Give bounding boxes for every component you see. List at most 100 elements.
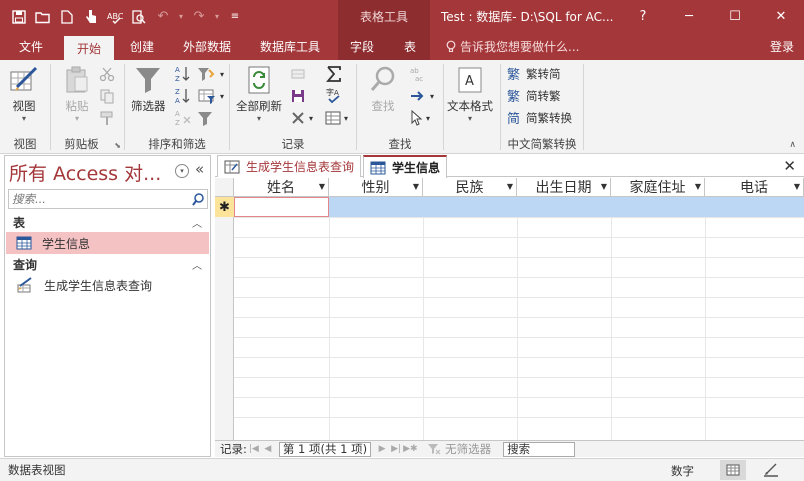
svg-text:A: A [175,110,180,118]
tell-me-search[interactable]: 告诉我您想要做什么... [446,33,579,60]
new-record-nav-icon[interactable]: ▶✱ [403,444,417,454]
column-dropdown-icon[interactable]: ▼ [794,182,800,191]
nav-menu-dropdown-icon[interactable]: ▾ [175,164,189,178]
design-view-button[interactable] [758,460,784,480]
undo-icon[interactable]: ↶ [152,6,174,28]
copy-icon[interactable] [99,86,115,106]
next-record-icon[interactable]: ▶ [375,444,389,454]
sort-ascending-icon[interactable]: AZ [175,64,191,84]
datasheet-view-button[interactable] [720,460,746,480]
help-button[interactable]: ? [620,0,666,33]
view-button[interactable]: 视图 ▾ [8,64,40,123]
collapse-ribbon-icon[interactable]: ∧ [789,140,796,150]
text-format-button[interactable]: A 文本格式 ▾ [447,64,493,123]
goto-icon[interactable]: ▾ [409,86,434,106]
tab-database-tools[interactable]: 数据库工具 [250,33,330,60]
previous-record-icon[interactable]: ◀ [261,444,275,454]
nav-pane-title[interactable]: 所有 Access 对... [9,159,161,186]
search-icon[interactable] [191,192,205,206]
close-document-icon[interactable]: ✕ [783,157,796,175]
column-header-gender[interactable]: 性别 ▼ [329,178,423,197]
print-preview-icon[interactable] [128,6,150,28]
select-all-corner[interactable] [215,178,234,197]
grid-line [234,417,804,418]
filter-button[interactable]: 筛选器 [131,64,166,114]
simp-to-trad-button[interactable]: 繁 简转繁 [507,86,561,106]
tab-external-data[interactable]: 外部数据 [174,33,240,60]
current-record-position[interactable]: 第 1 项(共 1 项) [278,441,372,457]
trad-to-simp-button[interactable]: 繁 繁转简 [507,64,561,84]
remove-sort-icon[interactable]: AZ [175,108,191,128]
column-dropdown-icon[interactable]: ▼ [319,182,325,191]
advanced-filter-icon[interactable]: ▾ [197,86,224,106]
more-dropdown-icon: ▾ [344,113,349,123]
save-record-icon[interactable] [290,86,306,106]
datasheet-view-icon [8,64,40,96]
more-records-icon[interactable]: ▾ [325,108,348,128]
record-navigator: 记录: |◀ ◀ 第 1 项(共 1 项) ▶ ▶| ▶✱ 无筛选器 搜索 [215,440,804,457]
select-icon[interactable]: ▾ [409,108,430,128]
save-icon[interactable] [8,6,30,28]
format-painter-icon[interactable] [99,108,115,128]
tab-create[interactable]: 创建 [118,33,166,60]
column-header-name[interactable]: 姓名 ▼ [234,178,329,197]
view-label: 视图 [12,99,36,113]
minimize-button[interactable]: ─ [666,0,712,33]
close-button[interactable]: ✕ [758,0,804,33]
doc-tab-make-table-query[interactable]: 生成学生信息表查询 [217,155,362,177]
table-tab-icon [370,161,386,174]
undo-dropdown-icon[interactable]: ▾ [176,6,186,28]
new-record-icon[interactable] [290,64,306,84]
column-dropdown-icon[interactable]: ▼ [507,182,513,191]
tab-home[interactable]: 开始 [64,36,114,60]
delete-icon[interactable]: ▾ [290,108,313,128]
selection-filter-icon[interactable]: ▾ [197,64,224,84]
paste-button[interactable]: 粘贴 ▾ [61,64,93,123]
customize-icon[interactable]: ≡ [224,6,246,28]
login-button[interactable]: 登录 [770,33,794,60]
last-record-icon[interactable]: ▶| [389,444,403,454]
tell-me-label: 告诉我您想要做什么... [460,40,580,54]
nav-search-input[interactable] [9,190,185,208]
clipboard-launcher-icon[interactable]: ⬊ [114,141,121,150]
doc-tab-student-info[interactable]: 学生信息 [363,155,448,178]
totals-icon[interactable] [325,64,343,84]
spelling-icon[interactable]: ABC [104,6,126,28]
redo-icon[interactable]: ↷ [188,6,210,28]
column-header-birth-date[interactable]: 出生日期 ▼ [517,178,611,197]
first-record-icon[interactable]: |◀ [247,444,261,454]
column-header-label: 电话 [740,180,768,196]
sort-descending-icon[interactable]: ZA [175,86,191,106]
active-cell-name[interactable] [234,197,329,217]
spelling-check-icon[interactable]: 字A [325,86,343,106]
tab-fields[interactable]: 字段 [340,33,384,60]
nav-item-make-table-query[interactable]: 生成学生信息表查询 [6,274,209,296]
table-icon [16,236,32,250]
column-dropdown-icon[interactable]: ▼ [601,182,607,191]
touch-mode-icon[interactable] [80,6,102,28]
column-header-phone[interactable]: 电话 ▼ [705,178,804,197]
toggle-filter-icon[interactable] [197,108,213,128]
nav-item-student-info[interactable]: 学生信息 [6,232,209,254]
open-icon[interactable] [32,6,54,28]
redo-dropdown-icon[interactable]: ▾ [212,6,222,28]
column-dropdown-icon[interactable]: ▼ [413,182,419,191]
new-icon[interactable] [56,6,78,28]
column-header-home-address[interactable]: 家庭住址 ▼ [611,178,705,197]
column-dropdown-icon[interactable]: ▼ [695,182,701,191]
filter-status[interactable]: 无筛选器 [427,441,491,457]
find-button[interactable]: 查找 [367,64,399,114]
tab-file[interactable]: 文件 [8,33,54,60]
nav-section-tables[interactable]: 表 ︿ [5,213,210,231]
simp-trad-convert-button[interactable]: 简 简繁转换 [507,108,572,128]
record-search-box[interactable]: 搜索 [503,441,576,457]
nav-collapse-icon[interactable]: « [195,160,204,178]
replace-icon[interactable]: ab ac [409,64,427,84]
tab-table[interactable]: 表 [392,33,428,60]
refresh-all-button[interactable]: 全部刷新 ▾ [236,64,282,123]
column-header-ethnicity[interactable]: 民族 ▼ [423,178,517,197]
nav-section-queries[interactable]: 查询 ︿ [5,255,210,273]
maximize-button[interactable]: ☐ [712,0,758,33]
cut-icon[interactable] [99,64,115,84]
grid-line [234,317,804,318]
